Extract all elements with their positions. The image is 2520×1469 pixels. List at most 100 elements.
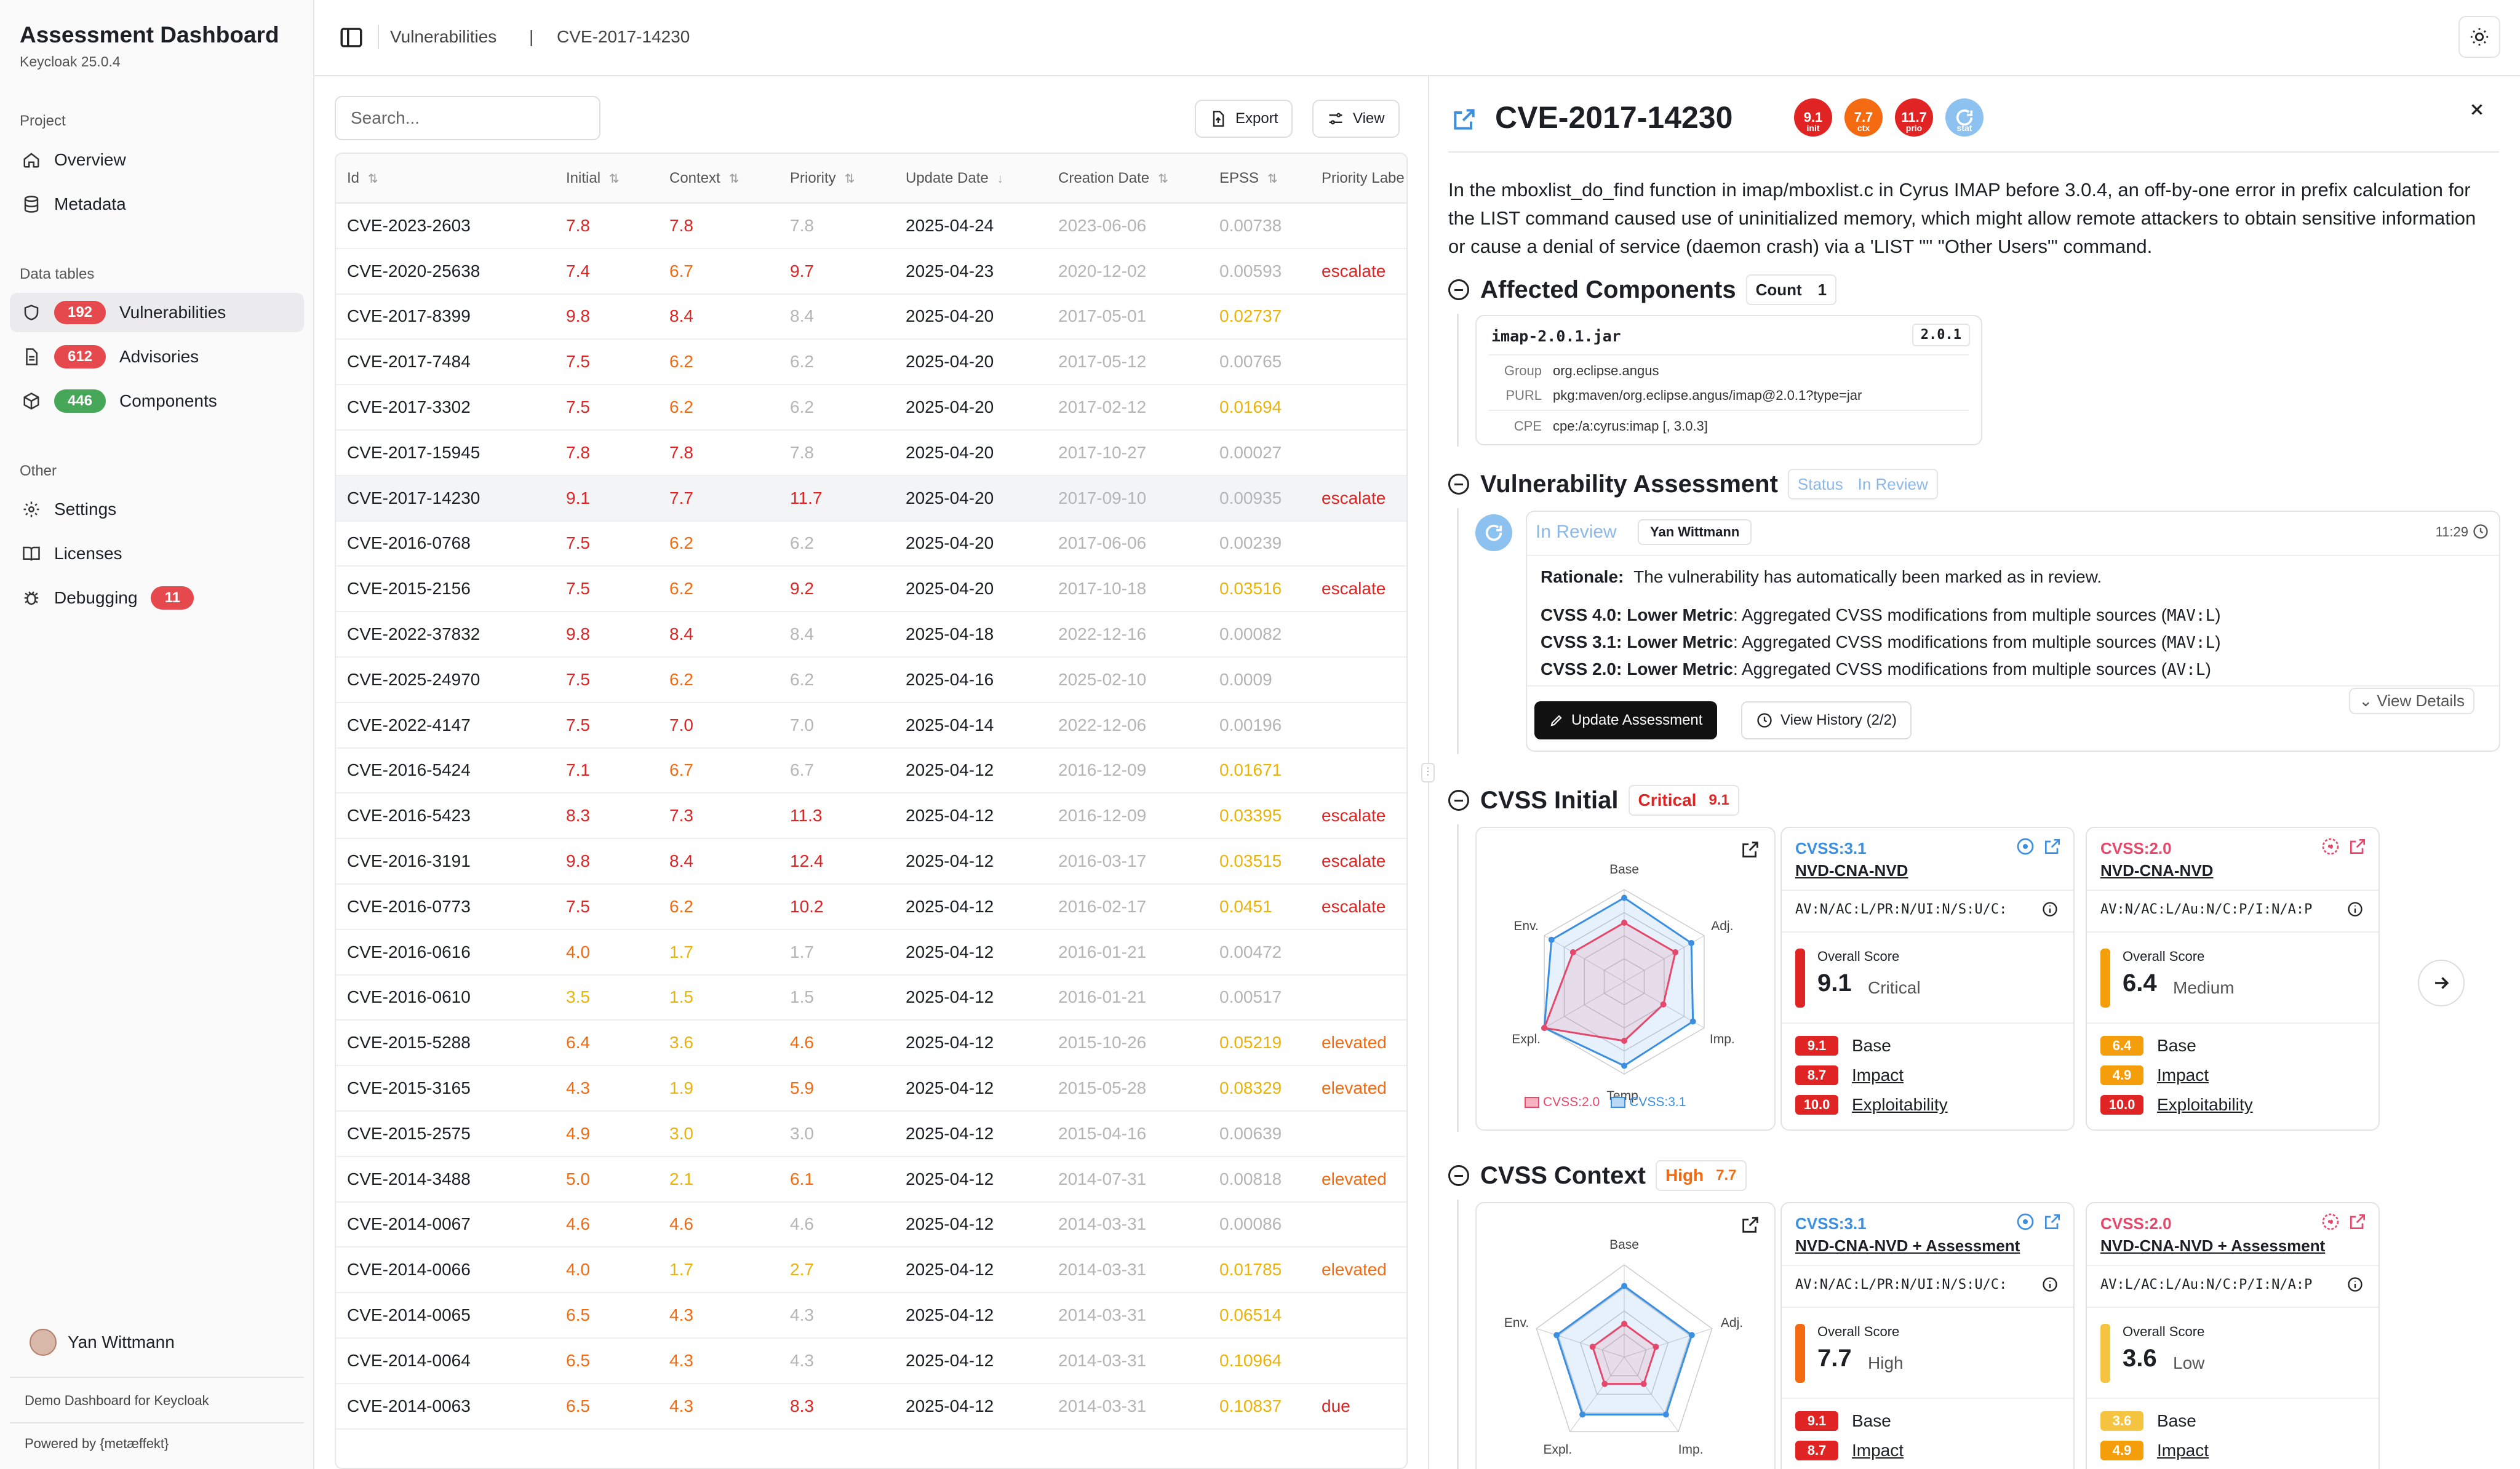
- table-row[interactable]: CVE-2014-0065 6.5 4.3 4.3 2025-04-12 2014-03-…: [336, 1292, 1406, 1339]
- expand-icon[interactable]: [1740, 839, 1761, 860]
- sidebar-item-settings[interactable]: Settings: [10, 490, 304, 529]
- cvss-initial-header[interactable]: CVSS Initial Critical 9.1: [1448, 785, 1739, 816]
- table-row[interactable]: CVE-2016-5424 7.1 6.7 6.7 2025-04-12 2016-12-…: [336, 747, 1406, 794]
- table-row[interactable]: CVE-2025-24970 7.5 6.2 6.2 2025-04-16 2025-02…: [336, 656, 1406, 703]
- column-header[interactable]: Creation Date ⇅: [1047, 154, 1208, 204]
- sidebar-item-debugging[interactable]: Debugging 11: [10, 578, 304, 618]
- cvss-vector-card[interactable]: CVSS:3.1 NVD-CNA-NVD AV:N/AC:L/PR:N/UI:N/S…: [1780, 827, 2075, 1131]
- view-details-button[interactable]: ⌄ View Details: [2349, 688, 2474, 714]
- theme-toggle-button[interactable]: [2458, 16, 2500, 58]
- collapse-icon[interactable]: [1448, 1165, 1469, 1186]
- cvss-vector-card[interactable]: CVSS:2.0 NVD-CNA-NVD + Assessment AV:L/AC:…: [2086, 1202, 2380, 1469]
- export-button[interactable]: Export: [1195, 100, 1293, 138]
- next-arrow-button[interactable]: [2418, 960, 2465, 1006]
- table-row[interactable]: CVE-2016-3191 9.8 8.4 12.4 2025-04-12 2016-03…: [336, 838, 1406, 885]
- external-link-icon[interactable]: [2043, 1212, 2062, 1232]
- collapse-icon[interactable]: [1448, 279, 1469, 300]
- column-header[interactable]: Priority Labe: [1310, 154, 1406, 204]
- sort-icon[interactable]: ⇅: [368, 171, 378, 186]
- sidebar-item-licenses[interactable]: Licenses: [10, 534, 304, 573]
- vector-source[interactable]: NVD-CNA-NVD: [2100, 861, 2213, 880]
- table-row[interactable]: CVE-2015-5288 6.4 3.6 4.6 2025-04-12 2015-10-…: [336, 1020, 1406, 1067]
- vector-source[interactable]: NVD-CNA-NVD + Assessment: [1795, 1236, 2020, 1256]
- sidebar-item-vulnerabilities[interactable]: 192 Vulnerabilities: [10, 293, 304, 332]
- table-row[interactable]: CVE-2014-0063 6.5 4.3 8.3 2025-04-12 2014-03-…: [336, 1383, 1406, 1430]
- sidebar-item-advisories[interactable]: 612 Advisories: [10, 337, 304, 376]
- sort-icon[interactable]: ⇅: [729, 171, 740, 186]
- table-row[interactable]: CVE-2016-0610 3.5 1.5 1.5 2025-04-12 2016-01-…: [336, 974, 1406, 1021]
- external-link-icon[interactable]: [2348, 837, 2367, 856]
- table-row[interactable]: CVE-2014-0064 6.5 4.3 4.3 2025-04-12 2014-03-…: [336, 1337, 1406, 1384]
- column-header[interactable]: Context ⇅: [658, 154, 779, 204]
- info-icon[interactable]: [2041, 1276, 2059, 1293]
- external-link-icon[interactable]: [2043, 837, 2062, 856]
- subscore-row-base: 9.1 Base: [1795, 1036, 1891, 1056]
- table-row[interactable]: CVE-2020-25638 7.4 6.7 9.7 2025-04-23 2020-12…: [336, 248, 1406, 295]
- table-row[interactable]: CVE-2014-3488 5.0 2.1 6.1 2025-04-12 2014-07-…: [336, 1156, 1406, 1203]
- info-icon[interactable]: [2041, 901, 2059, 918]
- table-row[interactable]: CVE-2014-0067 4.6 4.6 4.6 2025-04-12 2014-03-…: [336, 1201, 1406, 1248]
- column-header[interactable]: Initial ⇅: [555, 154, 658, 204]
- info-icon[interactable]: [2347, 901, 2364, 918]
- close-button[interactable]: [2460, 92, 2494, 127]
- table-row[interactable]: CVE-2016-0773 7.5 6.2 10.2 2025-04-12 2016-02…: [336, 883, 1406, 930]
- info-icon[interactable]: [2016, 837, 2035, 856]
- table-row[interactable]: CVE-2015-2156 7.5 6.2 9.2 2025-04-20 2017-10-…: [336, 566, 1406, 613]
- table-row[interactable]: CVE-2022-37832 9.8 8.4 8.4 2025-04-18 2022-12…: [336, 611, 1406, 658]
- column-header[interactable]: EPSS ⇅: [1208, 154, 1310, 204]
- info-icon[interactable]: [2321, 1212, 2340, 1232]
- table-row[interactable]: CVE-2017-15945 7.8 7.8 7.8 2025-04-20 2017-10…: [336, 429, 1406, 476]
- cell-priority: 9.2: [779, 566, 895, 613]
- table-row[interactable]: CVE-2017-14230 9.1 7.7 11.7 2025-04-20 2017-0…: [336, 475, 1406, 522]
- collapse-icon[interactable]: [1448, 474, 1469, 495]
- info-icon[interactable]: [2016, 1212, 2035, 1232]
- cell-epss: 0.00239: [1208, 520, 1310, 567]
- table-row[interactable]: CVE-2015-2575 4.9 3.0 3.0 2025-04-12 2015-04-…: [336, 1110, 1406, 1157]
- breadcrumb-vulnerabilities[interactable]: Vulnerabilities: [390, 27, 496, 47]
- table-row[interactable]: CVE-2017-3302 7.5 6.2 6.2 2025-04-20 2017-02-…: [336, 384, 1406, 431]
- affected-components-header[interactable]: Affected Components Count 1: [1448, 274, 1837, 305]
- sort-icon[interactable]: ⇅: [845, 171, 855, 186]
- assessment-header[interactable]: Vulnerability Assessment Status In Review: [1448, 469, 1938, 500]
- vector-source[interactable]: NVD-CNA-NVD: [1795, 861, 1908, 880]
- table-row[interactable]: CVE-2017-8399 9.8 8.4 8.4 2025-04-20 2017-05-…: [336, 293, 1406, 340]
- sort-icon[interactable]: ⇅: [1267, 171, 1278, 186]
- sort-icon[interactable]: ⇅: [609, 171, 620, 186]
- user-profile[interactable]: Yan Wittmann: [30, 1329, 175, 1356]
- table-row[interactable]: CVE-2015-3165 4.3 1.9 5.9 2025-04-12 2015-05-…: [336, 1065, 1406, 1112]
- vector-source[interactable]: NVD-CNA-NVD + Assessment: [2100, 1236, 2325, 1256]
- table-row[interactable]: CVE-2022-4147 7.5 7.0 7.0 2025-04-14 2022-12-…: [336, 702, 1406, 749]
- table-row[interactable]: CVE-2016-0768 7.5 6.2 6.2 2025-04-20 2017-06-…: [336, 520, 1406, 567]
- sort-desc-icon[interactable]: ↓: [997, 172, 1003, 186]
- update-assessment-button[interactable]: Update Assessment: [1534, 701, 1718, 739]
- sidebar-item-metadata[interactable]: Metadata: [10, 185, 304, 224]
- sidebar-toggle-icon[interactable]: [338, 25, 364, 50]
- column-header[interactable]: Update Date ↓: [895, 154, 1047, 204]
- sidebar-item-overview[interactable]: Overview: [10, 140, 304, 180]
- cvss-vector-card[interactable]: CVSS:2.0 NVD-CNA-NVD AV:N/AC:L/Au:N/C:P/I:…: [2086, 827, 2380, 1131]
- table-row[interactable]: CVE-2014-0066 4.0 1.7 2.7 2025-04-12 2014-03-…: [336, 1247, 1406, 1294]
- sidebar-item-components[interactable]: 446 Components: [10, 381, 304, 421]
- table-row[interactable]: CVE-2016-0616 4.0 1.7 1.7 2025-04-12 2016-01-…: [336, 929, 1406, 976]
- sort-icon[interactable]: ⇅: [1158, 171, 1168, 186]
- info-icon[interactable]: [2347, 1276, 2364, 1293]
- column-header[interactable]: Id ⇅: [336, 154, 555, 204]
- external-link-icon[interactable]: [2348, 1212, 2367, 1232]
- external-link-icon[interactable]: [1451, 106, 1478, 133]
- view-history-button[interactable]: View History (2/2): [1741, 701, 1912, 739]
- table-row[interactable]: CVE-2016-5423 8.3 7.3 11.3 2025-04-12 2016-12…: [336, 793, 1406, 840]
- resize-handle[interactable]: ⋮: [1421, 763, 1435, 782]
- table-row[interactable]: CVE-2023-2603 7.8 7.8 7.8 2025-04-24 2023-06-…: [336, 203, 1406, 249]
- component-card[interactable]: imap-2.0.1.jar 2.0.1 Group org.eclipse.a…: [1475, 315, 1982, 445]
- radar-point: [1589, 1344, 1596, 1350]
- view-button[interactable]: View: [1312, 100, 1400, 138]
- table-row[interactable]: CVE-2017-7484 7.5 6.2 6.2 2025-04-20 2017-05-…: [336, 339, 1406, 386]
- collapse-icon[interactable]: [1448, 790, 1469, 811]
- info-icon[interactable]: [2321, 837, 2340, 856]
- cvss-context-header[interactable]: CVSS Context High 7.7: [1448, 1160, 1747, 1191]
- column-header[interactable]: Priority ⇅: [779, 154, 895, 204]
- search-input[interactable]: Search...: [335, 96, 600, 140]
- radar-axis-label: Adj.: [1721, 1316, 1743, 1330]
- expand-icon[interactable]: [1740, 1214, 1761, 1235]
- cvss-vector-card[interactable]: CVSS:3.1 NVD-CNA-NVD + Assessment AV:N/AC:…: [1780, 1202, 2075, 1469]
